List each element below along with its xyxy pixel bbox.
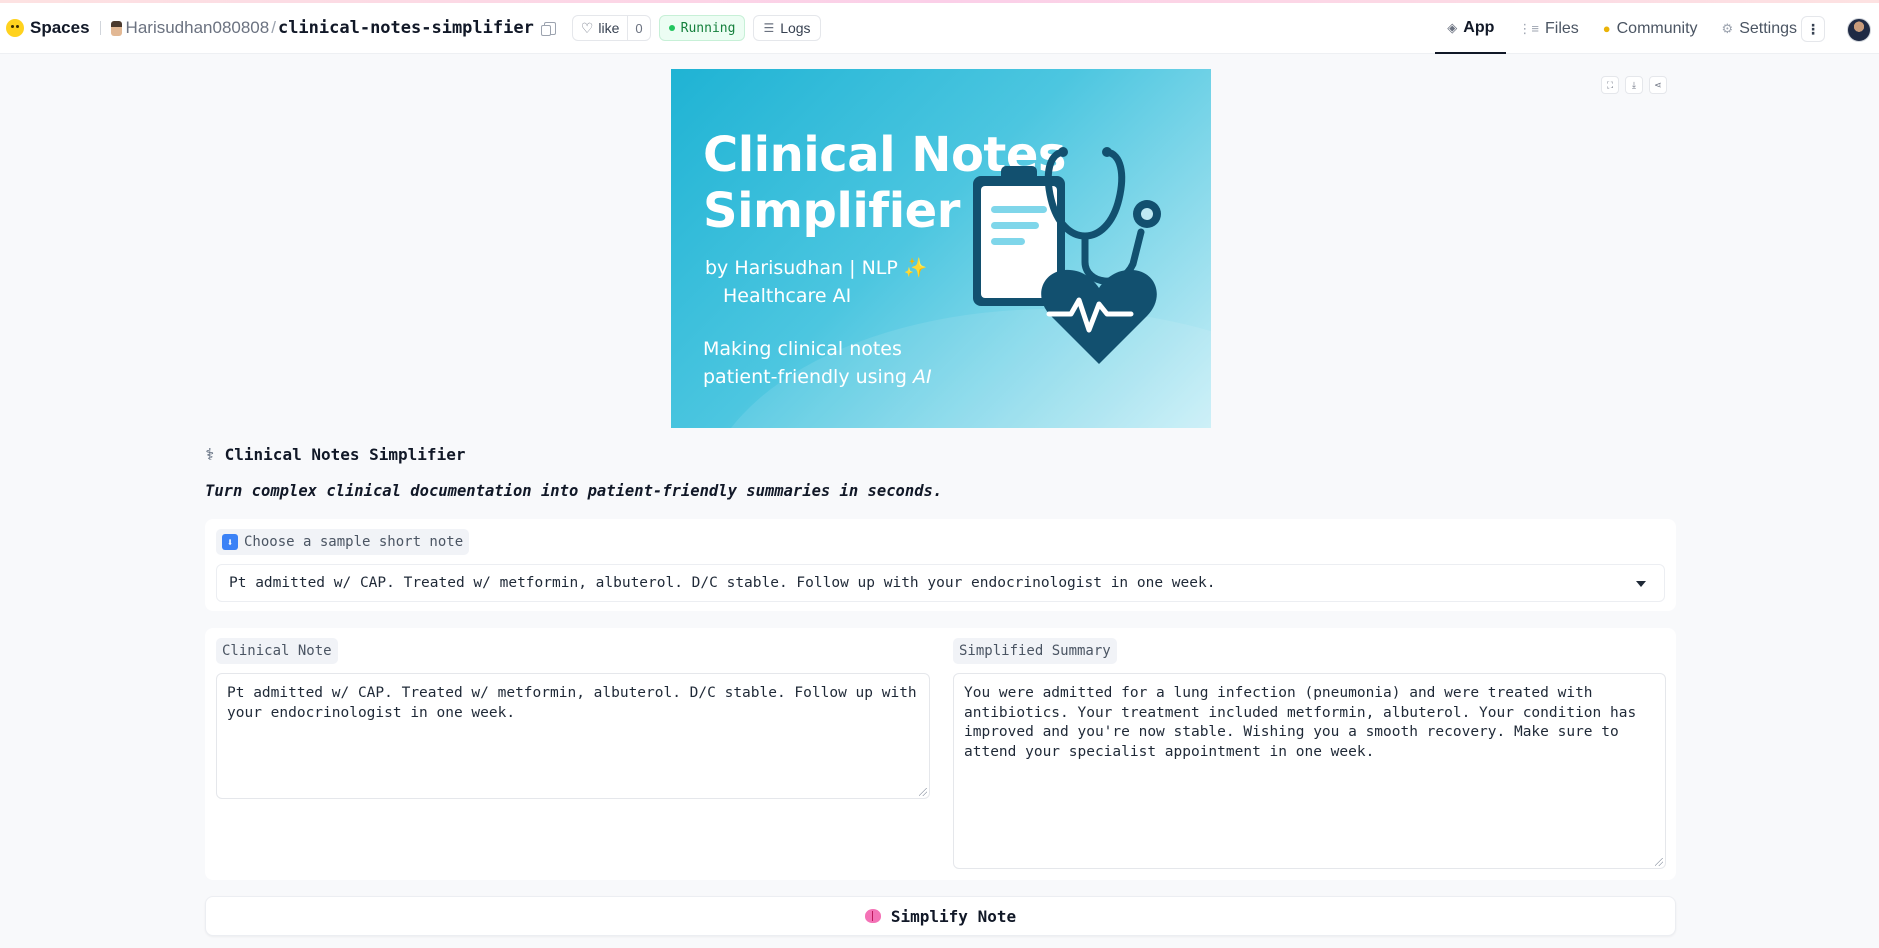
repo-name[interactable]: clinical-notes-simplifier xyxy=(278,18,534,38)
app-title: Clinical Notes Simplifier xyxy=(224,445,466,464)
banner-image: Clinical Notes Simplifier by Harisudhan … xyxy=(671,69,1211,428)
files-icon: ⋮≡ xyxy=(1518,20,1539,36)
logs-label: Logs xyxy=(780,20,811,36)
tab-community-label: Community xyxy=(1616,19,1698,37)
sample-panel: ⬇ Choose a sample short note Pt admitted… xyxy=(205,519,1676,611)
download-icon[interactable]: ⤓ xyxy=(1625,76,1643,94)
banner-tagline: Making clinical notes patient-friendly u… xyxy=(703,335,933,391)
banner-tagline-line1: Making clinical notes xyxy=(703,338,902,360)
clipboard-stethoscope-heart-icon xyxy=(973,147,1161,364)
tab-files[interactable]: ⋮≡ Files xyxy=(1506,3,1590,54)
user-avatar[interactable] xyxy=(1847,18,1871,42)
banner-byline: by Harisudhan | NLP ✨ Healthcare AI xyxy=(705,254,935,310)
status-badge[interactable]: Running xyxy=(658,15,746,41)
tab-files-label: Files xyxy=(1544,19,1579,37)
tab-community[interactable]: ● Community xyxy=(1591,3,1710,54)
banner-tagline-ai: AI xyxy=(912,366,932,388)
stethoscope-icon: ⚕ xyxy=(205,445,215,464)
gear-icon: ⚙ xyxy=(1721,20,1734,36)
fullscreen-icon[interactable]: ⛶ xyxy=(1601,76,1619,94)
top-navbar: Spaces Harisudhan080808 / clinical-notes… xyxy=(0,3,1879,54)
down-arrow-icon: ⬇ xyxy=(222,534,238,550)
owner-link[interactable]: Harisudhan080808 xyxy=(110,18,270,38)
like-button[interactable]: ♡ like 0 xyxy=(571,15,651,41)
simplify-note-label: Simplify Note xyxy=(890,906,1017,926)
status-label: Running xyxy=(680,20,736,36)
tab-settings[interactable]: ⚙ Settings xyxy=(1710,3,1809,54)
note-panel: Clinical Note Pt admitted w/ CAP. Treate… xyxy=(205,628,1676,880)
tab-app-label: App xyxy=(1463,18,1495,36)
like-label: like xyxy=(598,20,620,36)
app-subtitle: Turn complex clinical documentation into… xyxy=(205,482,943,500)
banner-tagline-line2: patient-friendly using xyxy=(703,366,913,388)
owner-avatar xyxy=(110,20,122,36)
summary-label-chip: Simplified Summary xyxy=(953,638,1117,664)
brain-icon xyxy=(864,909,881,923)
spaces-brand[interactable]: Spaces xyxy=(6,18,90,38)
community-icon: ● xyxy=(1602,21,1611,36)
share-icon[interactable]: ⋖ xyxy=(1649,76,1667,94)
sample-dropdown[interactable]: Pt admitted w/ CAP. Treated w/ metformin… xyxy=(216,564,1665,602)
like-count: 0 xyxy=(627,16,649,40)
path-separator: / xyxy=(271,18,276,37)
status-dot-icon xyxy=(668,25,675,31)
sample-dropdown-value: Pt admitted w/ CAP. Treated w/ metformin… xyxy=(229,575,1216,591)
logs-button[interactable]: ☰ Logs xyxy=(753,15,821,41)
image-toolbar: ⛶ ⤓ ⋖ xyxy=(1601,76,1667,94)
clinical-note-textarea[interactable]: Pt admitted w/ CAP. Treated w/ metformin… xyxy=(216,673,930,799)
summary-label: Simplified Summary xyxy=(959,643,1111,659)
brand-label: Spaces xyxy=(30,18,90,37)
cube-icon: ◈ xyxy=(1447,19,1458,35)
logs-icon: ☰ xyxy=(763,21,775,35)
space-tabs: ◈ App ⋮≡ Files ● Community ⚙ Settings xyxy=(1435,3,1809,54)
simplify-note-button[interactable]: Simplify Note xyxy=(205,896,1676,936)
banner-byline-line2: Healthcare AI xyxy=(723,285,852,307)
summary-textarea[interactable]: You were admitted for a lung infection (… xyxy=(953,673,1666,869)
divider xyxy=(99,21,101,35)
owner-name: Harisudhan080808 xyxy=(125,18,270,37)
clinical-note-label: Clinical Note xyxy=(222,643,332,659)
tab-settings-label: Settings xyxy=(1739,19,1797,37)
copy-icon[interactable] xyxy=(540,21,556,36)
huggingface-logo-icon xyxy=(6,19,24,37)
app-title-row: ⚕ Clinical Notes Simplifier xyxy=(205,445,465,464)
banner-byline-line1: by Harisudhan | NLP ✨ xyxy=(705,257,928,279)
heart-icon: ♡ xyxy=(580,19,594,36)
sample-label: Choose a sample short note xyxy=(244,534,464,550)
chevron-down-icon xyxy=(1636,581,1646,587)
clinical-note-label-chip: Clinical Note xyxy=(216,638,338,664)
sample-label-chip: ⬇ Choose a sample short note xyxy=(216,529,470,555)
tab-app[interactable]: ◈ App xyxy=(1435,3,1507,54)
more-options-icon[interactable]: ⋮ xyxy=(1801,16,1825,42)
